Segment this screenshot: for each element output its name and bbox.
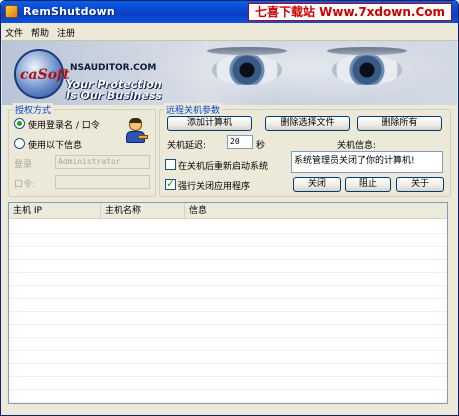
brand-name: NSAUDITOR.COM <box>70 63 157 73</box>
delay-input[interactable]: 20 <box>227 135 253 149</box>
shutdown-button[interactable]: 关闭 <box>293 177 341 192</box>
radio-use-login-label[interactable]: 使用登录名 / 口令 <box>28 118 100 131</box>
delay-label: 关机延迟: <box>167 141 207 151</box>
radio-use-following[interactable] <box>14 138 25 149</box>
list-row-line <box>9 233 447 234</box>
logo-text: caSoft <box>20 67 70 83</box>
remove-selected-button[interactable]: 删除选择文件 <box>265 116 350 131</box>
window-title: RemShutdown <box>23 5 115 18</box>
column-host-ip[interactable]: 主机 IP <box>9 203 101 219</box>
user-key-icon <box>124 118 148 145</box>
list-row-line <box>9 311 447 312</box>
delay-unit-label: 秒 <box>256 141 266 151</box>
list-row-line <box>9 402 447 403</box>
list-row-line <box>9 350 447 351</box>
app-window: RemShutdown 七喜下载站 Www.7xdown.Com 文件 帮助 注… <box>0 0 459 416</box>
radio-use-following-label[interactable]: 使用以下信息 <box>28 138 82 151</box>
left-eye-image <box>212 55 282 85</box>
message-input[interactable]: 系统管理员关闭了你的计算机! <box>291 151 443 173</box>
list-row-line <box>9 376 447 377</box>
restart-checkbox[interactable] <box>165 159 176 170</box>
list-row-line <box>9 324 447 325</box>
list-row-line <box>9 246 447 247</box>
column-info[interactable]: 信息 <box>185 203 447 219</box>
slogan-line-2: Is Our Business <box>66 89 162 102</box>
list-row-line <box>9 337 447 338</box>
password-input[interactable] <box>55 175 150 189</box>
login-label: 登录 <box>14 160 33 170</box>
list-row-line <box>9 285 447 286</box>
app-icon <box>5 5 18 18</box>
password-label: 口令: <box>14 180 36 190</box>
host-list-header: 主机 IP 主机名称 信息 <box>9 203 447 219</box>
radio-use-login[interactable] <box>14 118 25 129</box>
face-image <box>152 41 457 105</box>
abort-button[interactable]: 阻止 <box>345 177 391 192</box>
menu-file[interactable]: 文件 <box>5 26 23 39</box>
company-logo: caSoft <box>14 49 70 99</box>
list-row-line <box>9 298 447 299</box>
title-bar[interactable]: RemShutdown 七喜下载站 Www.7xdown.Com <box>1 1 458 23</box>
right-eye-image <box>332 55 402 85</box>
list-row-line <box>9 363 447 364</box>
restart-checkbox-label[interactable]: 在关机后重新启动系统 <box>178 159 268 172</box>
column-host-name[interactable]: 主机名称 <box>101 203 185 219</box>
list-row-line <box>9 389 447 390</box>
remove-all-button[interactable]: 删除所有 <box>357 116 442 131</box>
auth-group-title: 授权方式 <box>13 103 54 116</box>
host-list[interactable]: 主机 IP 主机名称 信息 <box>8 202 448 404</box>
list-row-line <box>9 259 447 260</box>
add-computer-button[interactable]: 添加计算机 <box>167 116 252 131</box>
login-input[interactable]: Administrator <box>55 155 150 169</box>
right-brow <box>327 47 407 55</box>
about-button[interactable]: 关于 <box>396 177 444 192</box>
menu-bar: 文件 帮助 注册 <box>1 23 458 41</box>
watermark-banner: 七喜下载站 Www.7xdown.Com <box>247 3 452 21</box>
force-close-checkbox[interactable] <box>165 177 176 190</box>
list-row-line <box>9 272 447 273</box>
force-close-checkbox-label[interactable]: 强行关闭应用程序 <box>178 179 250 192</box>
menu-register[interactable]: 注册 <box>57 26 75 39</box>
slogan: Your Protection Is Our Business <box>66 79 162 101</box>
remote-group-title: 远程关机参数 <box>164 103 223 116</box>
menu-help[interactable]: 帮助 <box>31 26 49 39</box>
message-label: 关机信息: <box>337 141 377 151</box>
left-brow <box>207 47 287 55</box>
header-banner: caSoft NSAUDITOR.COM Your Protection Is … <box>2 41 457 105</box>
